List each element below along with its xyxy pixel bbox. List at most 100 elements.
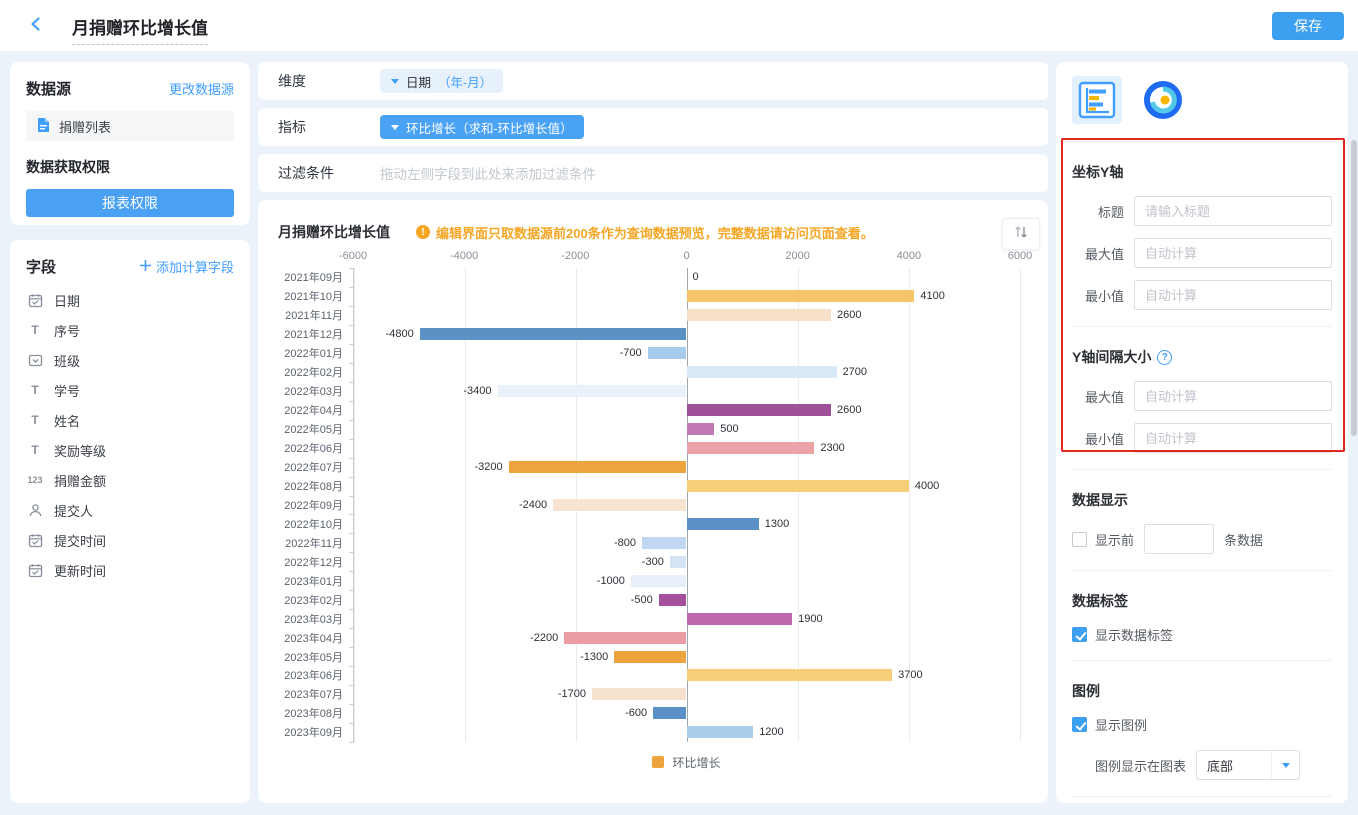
chart-row: 2023年01月-1000 [278, 571, 1020, 590]
bar-track: 1900 [353, 609, 1020, 628]
chart-card: 月捐赠环比增长值 编辑界面只取数据源前200条作为查询数据预览，完整数据请访问页… [258, 200, 1048, 803]
field-item-label: 更新时间 [54, 561, 106, 580]
bar-value-label: 3700 [898, 669, 922, 681]
field-item-label: 日期 [54, 291, 80, 310]
text-type-icon [26, 413, 44, 427]
bar-chart-type-icon[interactable] [1072, 76, 1122, 124]
text-type-icon [26, 323, 44, 337]
bar[interactable] [687, 518, 759, 530]
bar[interactable] [687, 613, 793, 625]
bar[interactable] [614, 651, 686, 663]
bar-value-label: 0 [693, 271, 699, 283]
x-axis-tick-label: 4000 [897, 250, 921, 262]
chart-row: 2023年03月 1900 [278, 609, 1020, 628]
category-label: 2023年06月 [278, 667, 353, 683]
bar-value-label: 2300 [820, 442, 844, 454]
show-data-label-checkbox[interactable] [1072, 627, 1087, 642]
bar[interactable] [420, 328, 687, 340]
bar-value-label: -1300 [580, 651, 608, 663]
axis-title-input[interactable] [1134, 196, 1332, 226]
bar-value-label: -1700 [558, 688, 586, 700]
field-item[interactable]: 日期 [26, 285, 234, 315]
field-item[interactable]: 班级 [26, 345, 234, 375]
dimension-chip-format: （年-月） [438, 72, 492, 91]
bar[interactable] [642, 537, 686, 549]
chart-row: 2022年04月2600 [278, 401, 1020, 420]
datasource-panel: 数据源 更改数据源 捐赠列表 数据获取权限 报表权限 [10, 62, 250, 225]
category-label: 2023年02月 [278, 592, 353, 608]
field-item[interactable]: 序号 [26, 315, 234, 345]
interval-min-input[interactable] [1134, 423, 1332, 453]
bar[interactable] [687, 480, 909, 492]
bar[interactable] [592, 688, 686, 700]
bar[interactable] [498, 385, 687, 397]
bar[interactable] [653, 707, 686, 719]
metric-chip[interactable]: 环比增长（求和-环比增长值） [380, 115, 584, 139]
add-calc-field-link[interactable]: 添加计算字段 [139, 257, 234, 276]
style-panel: 坐标Y轴 标题 最大值 最小值 Y轴间隔大小 最大值 [1056, 62, 1348, 803]
change-datasource-link[interactable]: 更改数据源 [169, 79, 234, 98]
report-permission-button[interactable]: 报表权限 [26, 189, 234, 217]
person-icon [26, 503, 44, 518]
field-item[interactable]: 学号 [26, 375, 234, 405]
bar[interactable] [687, 669, 893, 681]
legend-position-select[interactable]: 底部 [1196, 750, 1300, 780]
legend-swatch [652, 756, 664, 768]
nightingale-chart-type-icon[interactable] [1138, 76, 1188, 124]
bar-value-label: 500 [720, 423, 738, 435]
field-item[interactable]: 更新时间 [26, 555, 234, 585]
count-suffix-label: 条数据 [1224, 530, 1263, 549]
scrollbar-thumb[interactable] [1351, 140, 1357, 436]
field-item[interactable]: 捐赠金额 [26, 465, 234, 495]
bar-value-label: 1900 [798, 613, 822, 625]
bar[interactable] [687, 442, 815, 454]
bar[interactable] [553, 499, 686, 511]
field-item[interactable]: 奖励等级 [26, 435, 234, 465]
category-label: 2022年03月 [278, 383, 353, 399]
bar[interactable] [648, 347, 687, 359]
axis-title-label: 标题 [1072, 202, 1124, 221]
chart-row: 2022年06月2300 [278, 439, 1020, 458]
bar[interactable] [687, 366, 837, 378]
field-item[interactable]: 提交时间 [26, 525, 234, 555]
bar[interactable] [659, 594, 687, 606]
dimension-chip[interactable]: 日期（年-月） [380, 69, 503, 93]
bar[interactable] [687, 290, 915, 302]
bar[interactable] [687, 404, 832, 416]
category-axis-tick [349, 742, 354, 743]
bar[interactable] [509, 461, 687, 473]
filter-row[interactable]: 过滤条件 拖动左侧字段到此处来添加过滤条件 [258, 154, 1048, 192]
axis-min-label: 最小值 [1072, 286, 1124, 305]
help-icon[interactable] [1157, 350, 1172, 365]
top-count-input[interactable] [1144, 524, 1214, 554]
axis-max-input[interactable] [1134, 238, 1332, 268]
calendar-icon [26, 563, 44, 578]
bar[interactable] [670, 556, 687, 568]
calendar-icon [26, 293, 44, 308]
axis-min-input[interactable] [1134, 280, 1332, 310]
y-axis-section: 坐标Y轴 标题 最大值 最小值 [1072, 142, 1332, 327]
show-legend-checkbox[interactable] [1072, 717, 1087, 732]
sort-button[interactable] [1002, 218, 1040, 250]
field-item[interactable]: 姓名 [26, 405, 234, 435]
show-top-checkbox[interactable] [1072, 532, 1087, 547]
bar[interactable] [687, 726, 754, 738]
bar[interactable] [631, 575, 687, 587]
field-item[interactable]: 提交人 [26, 495, 234, 525]
chart-row: 2023年09月1200 [278, 723, 1020, 742]
bar[interactable] [687, 423, 715, 435]
x-axis-tick-label: 2000 [785, 250, 809, 262]
number-type-icon [26, 475, 44, 485]
bar[interactable] [687, 309, 832, 321]
interval-max-input[interactable] [1134, 381, 1332, 411]
category-label: 2023年03月 [278, 611, 353, 627]
datasource-item[interactable]: 捐赠列表 [26, 111, 234, 141]
save-button[interactable]: 保存 [1272, 12, 1344, 40]
legend-item[interactable]: 环比增长 [353, 754, 1020, 770]
category-label: 2022年07月 [278, 459, 353, 475]
plus-icon [139, 259, 152, 275]
back-button[interactable] [24, 14, 48, 38]
category-label: 2023年04月 [278, 630, 353, 646]
bar[interactable] [564, 632, 686, 644]
category-label: 2023年09月 [278, 724, 353, 740]
